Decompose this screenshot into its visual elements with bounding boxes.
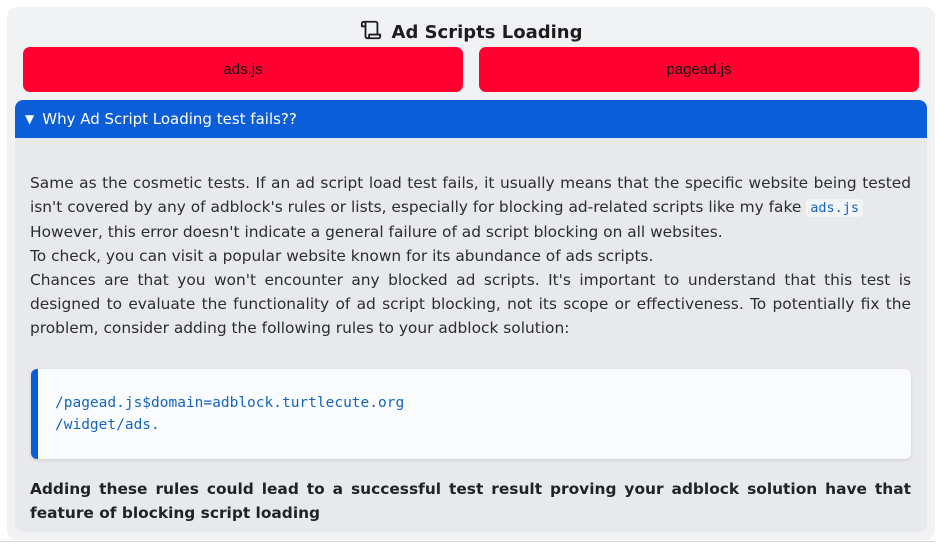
rule-line: /pagead.js$domain=adblock.turtlecute.org bbox=[55, 395, 405, 411]
disclosure-triangle-icon: ▼ bbox=[25, 112, 35, 126]
ad-scripts-card: Ad Scripts Loading ads.js pagead.js ▼ Wh… bbox=[7, 7, 935, 540]
details-summary-label: Why Ad Script Loading test fails?? bbox=[42, 110, 297, 128]
resize-handle-icon[interactable] bbox=[937, 546, 945, 557]
divider bbox=[0, 541, 935, 542]
explanation-line-4: Chances are that you won't encounter any… bbox=[30, 271, 911, 337]
inline-code-ads-js: ads.js bbox=[806, 199, 863, 217]
explanation-paragraph-1: Same as the cosmetic tests. If an ad scr… bbox=[30, 174, 911, 216]
ads-js-button[interactable]: ads.js bbox=[23, 47, 463, 92]
rules-code-block[interactable]: /pagead.js$domain=adblock.turtlecute.org… bbox=[31, 369, 911, 459]
scroll-icon bbox=[360, 19, 382, 46]
section-title-text: Ad Scripts Loading bbox=[391, 22, 583, 43]
explanation-line-2: However, this error doesn't indicate a g… bbox=[30, 223, 723, 241]
details-summary-toggle[interactable]: ▼ Why Ad Script Loading test fails?? bbox=[15, 100, 927, 138]
pagead-js-button[interactable]: pagead.js bbox=[479, 47, 919, 92]
section-title: Ad Scripts Loading bbox=[7, 19, 935, 46]
pagead-js-button-label: pagead.js bbox=[666, 61, 732, 78]
ads-js-button-label: ads.js bbox=[223, 61, 263, 78]
explanation-line-3: To check, you can visit a popular websit… bbox=[30, 247, 654, 265]
conclusion-text: Adding these rules could lead to a succe… bbox=[30, 480, 911, 522]
explanation-details: ▼ Why Ad Script Loading test fails?? Sam… bbox=[15, 100, 927, 532]
explanation-text: Same as the cosmetic tests. If an ad scr… bbox=[30, 171, 911, 340]
rule-line: /widget/ads. bbox=[55, 417, 160, 433]
